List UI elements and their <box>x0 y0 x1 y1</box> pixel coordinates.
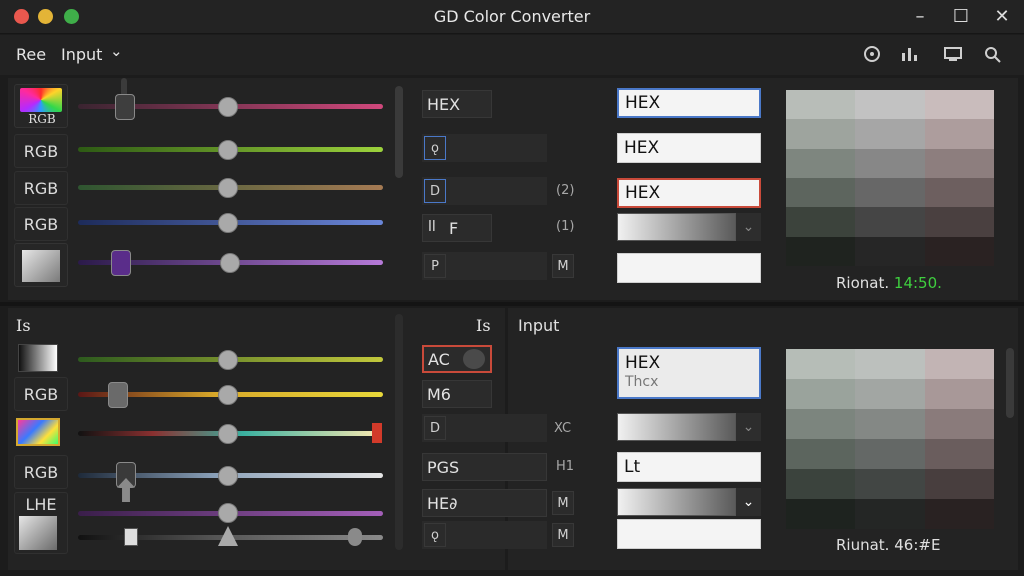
maximize-icon[interactable]: ☐ <box>948 6 974 28</box>
gray-preview <box>19 516 57 550</box>
p-icon[interactable]: P <box>424 254 446 278</box>
caption-value-2: 46:#E <box>894 536 941 554</box>
hex-field-2[interactable]: HE∂ <box>422 489 547 517</box>
slider-knob-10[interactable] <box>218 503 238 523</box>
bw-gradient-swatch[interactable] <box>18 344 58 372</box>
close-icon[interactable]: ✕ <box>989 6 1015 28</box>
hex-line: HEX <box>625 353 661 373</box>
caption-value: 14:50. <box>893 274 942 292</box>
caption-label-2: Riunat. <box>836 536 890 554</box>
swatch-label: RGB <box>28 112 56 126</box>
slider-end-marker[interactable] <box>372 423 382 443</box>
section-label-left: Is <box>16 316 31 335</box>
hex-multiline-input[interactable]: HEX Thcx <box>617 347 761 399</box>
slider-thumb-square-5[interactable] <box>111 250 131 276</box>
slider-thumb-square-7[interactable] <box>108 382 128 408</box>
slider-thumb-square-1[interactable] <box>115 94 135 120</box>
color-picker-icon[interactable]: ǫ <box>424 136 446 160</box>
d-icon[interactable]: D <box>424 179 446 203</box>
m-badge-2[interactable]: M <box>552 491 574 515</box>
caption-bottom: Riunat. 46:#E <box>836 536 940 554</box>
slider-knob-5[interactable] <box>220 253 240 273</box>
chevron-down-icon[interactable]: ⌄ <box>735 213 761 241</box>
slider-knob-3[interactable] <box>218 178 238 198</box>
slider-knob-7[interactable] <box>218 385 238 405</box>
gradient-preview <box>22 250 60 282</box>
hex-input-1[interactable]: HEX <box>617 88 761 118</box>
pgs-field[interactable]: PGS <box>422 453 547 481</box>
hex-input-2[interactable]: HEX <box>617 133 761 163</box>
color-wheel-swatch[interactable]: RGB <box>14 84 68 128</box>
m-badge[interactable]: M <box>552 254 574 278</box>
caption-top: Rionat. 14:50. <box>836 274 942 292</box>
section-label-mid: Is <box>476 316 491 335</box>
m6-field[interactable]: M6 <box>422 380 492 408</box>
slider-knob-2[interactable] <box>218 140 238 160</box>
chevron-down-icon[interactable]: ⌄ <box>110 42 123 60</box>
slider-knob-1[interactable] <box>218 97 238 117</box>
toggle-knob-icon[interactable] <box>463 349 485 369</box>
ac-label: AC <box>428 349 450 369</box>
picker-icon-2[interactable]: ǫ <box>424 523 446 547</box>
palette-icon[interactable] <box>861 44 883 64</box>
blank-input-1[interactable] <box>617 253 761 283</box>
panel-divider <box>0 302 1024 306</box>
chart-icon[interactable] <box>898 44 920 64</box>
hex-field[interactable]: HEX <box>422 90 492 118</box>
input-section-label: Input <box>518 316 560 335</box>
gray-swatch[interactable] <box>14 243 68 287</box>
spectrum-swatch[interactable] <box>16 418 60 446</box>
lhe-label: LHE <box>25 495 57 514</box>
badge-2: (2) <box>556 183 575 198</box>
monitor-icon[interactable] <box>942 44 964 64</box>
slider-knob-4[interactable] <box>218 213 238 233</box>
badge-1: (1) <box>556 219 575 234</box>
blank-input-2[interactable] <box>617 519 761 549</box>
d-icon-2[interactable]: D <box>424 416 446 440</box>
badge-xc: XC <box>554 421 572 436</box>
slider-knob-6[interactable] <box>218 350 238 370</box>
rgb-swatch-4[interactable]: RGB <box>14 377 68 411</box>
search-icon[interactable] <box>982 44 1004 64</box>
ll-icon: ll <box>428 219 436 235</box>
window-title: GD Color Converter <box>433 7 591 26</box>
spectrum-icon <box>20 88 62 112</box>
top-left-scrollbar[interactable] <box>395 86 403 178</box>
m-badge-3[interactable]: M <box>552 523 574 547</box>
minimize-icon[interactable]: – <box>907 6 933 28</box>
hex-input-3[interactable]: HEX <box>617 178 761 208</box>
slider-end-knob[interactable] <box>348 528 362 546</box>
slider-knob-8[interactable] <box>218 424 238 444</box>
menu-item-input[interactable]: Input <box>61 45 102 64</box>
color-grid-top[interactable] <box>786 90 994 266</box>
rgb-swatch-3[interactable]: RGB <box>14 207 68 241</box>
slider-knob-9[interactable] <box>218 466 238 486</box>
bottom-left-scrollbar[interactable] <box>395 314 403 550</box>
badge-h1: H1 <box>556 459 575 474</box>
color-grid-bottom[interactable] <box>786 349 994 529</box>
hex-subline: Thcx <box>625 374 659 390</box>
chevron-down-icon[interactable]: ⌄ <box>735 413 761 441</box>
caption-label: Rionat. <box>836 274 890 292</box>
rgb-swatch-1[interactable]: RGB <box>14 134 68 168</box>
lt-input[interactable]: Lt <box>617 452 761 482</box>
slider-thumb-small[interactable] <box>124 528 138 546</box>
rgb-swatch-2[interactable]: RGB <box>14 171 68 205</box>
chevron-down-icon[interactable]: ⌄ <box>735 488 761 516</box>
right-scrollbar[interactable] <box>1006 348 1014 418</box>
rgb-swatch-5[interactable]: RGB <box>14 455 68 489</box>
menu-item-ree[interactable]: Ree <box>16 45 46 64</box>
